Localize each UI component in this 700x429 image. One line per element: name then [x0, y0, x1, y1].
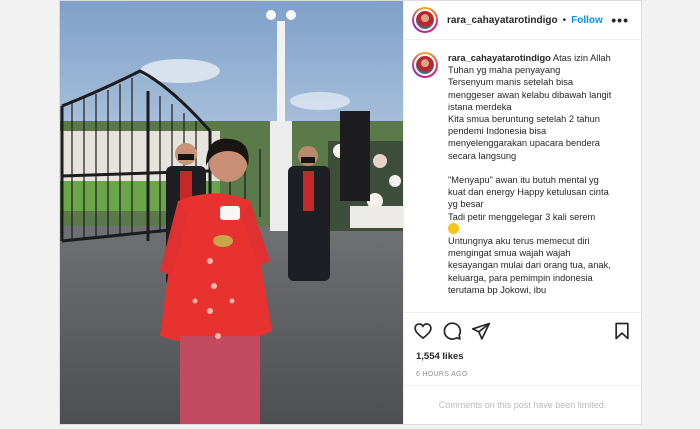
post-sidebar: rara_cahayatarotindigo • Follow ••• rara… — [403, 1, 641, 424]
worried-face-icon — [448, 222, 459, 234]
comment-icon[interactable] — [442, 321, 462, 341]
instagram-post: rara_cahayatarotindigo • Follow ••• rara… — [59, 0, 642, 425]
post-header: rara_cahayatarotindigo • Follow ••• — [404, 1, 641, 40]
heart-icon[interactable] — [413, 321, 433, 341]
likes-count[interactable]: 1,554 likes — [404, 349, 641, 365]
caption-text: Atas izin Allah Tuhan yg maha penyayang … — [448, 53, 612, 222]
bookmark-icon[interactable] — [612, 321, 632, 341]
caption-username[interactable]: rara_cahayatarotindigo — [448, 53, 551, 63]
photo-scene — [60, 1, 403, 424]
caption-text-continued: Untungnya aku terus memecut diri menging… — [448, 236, 614, 295]
action-bar — [404, 312, 641, 349]
post-photo[interactable] — [60, 1, 403, 424]
caption-avatar[interactable] — [412, 52, 438, 78]
avatar[interactable] — [412, 7, 438, 33]
separator-dot: • — [562, 14, 567, 26]
more-options-icon[interactable]: ••• — [611, 12, 629, 28]
caption: rara_cahayatarotindigo Atas izin Allah T… — [448, 52, 618, 312]
comments-limited-notice: Comments on this post have been limited. — [404, 385, 641, 424]
share-icon[interactable] — [471, 321, 491, 341]
header-username[interactable]: rara_cahayatarotindigo — [447, 15, 558, 26]
caption-area[interactable]: rara_cahayatarotindigo Atas izin Allah T… — [404, 40, 641, 312]
follow-button[interactable]: Follow — [571, 15, 603, 26]
post-timestamp[interactable]: 6 HOURS AGO — [404, 365, 641, 385]
